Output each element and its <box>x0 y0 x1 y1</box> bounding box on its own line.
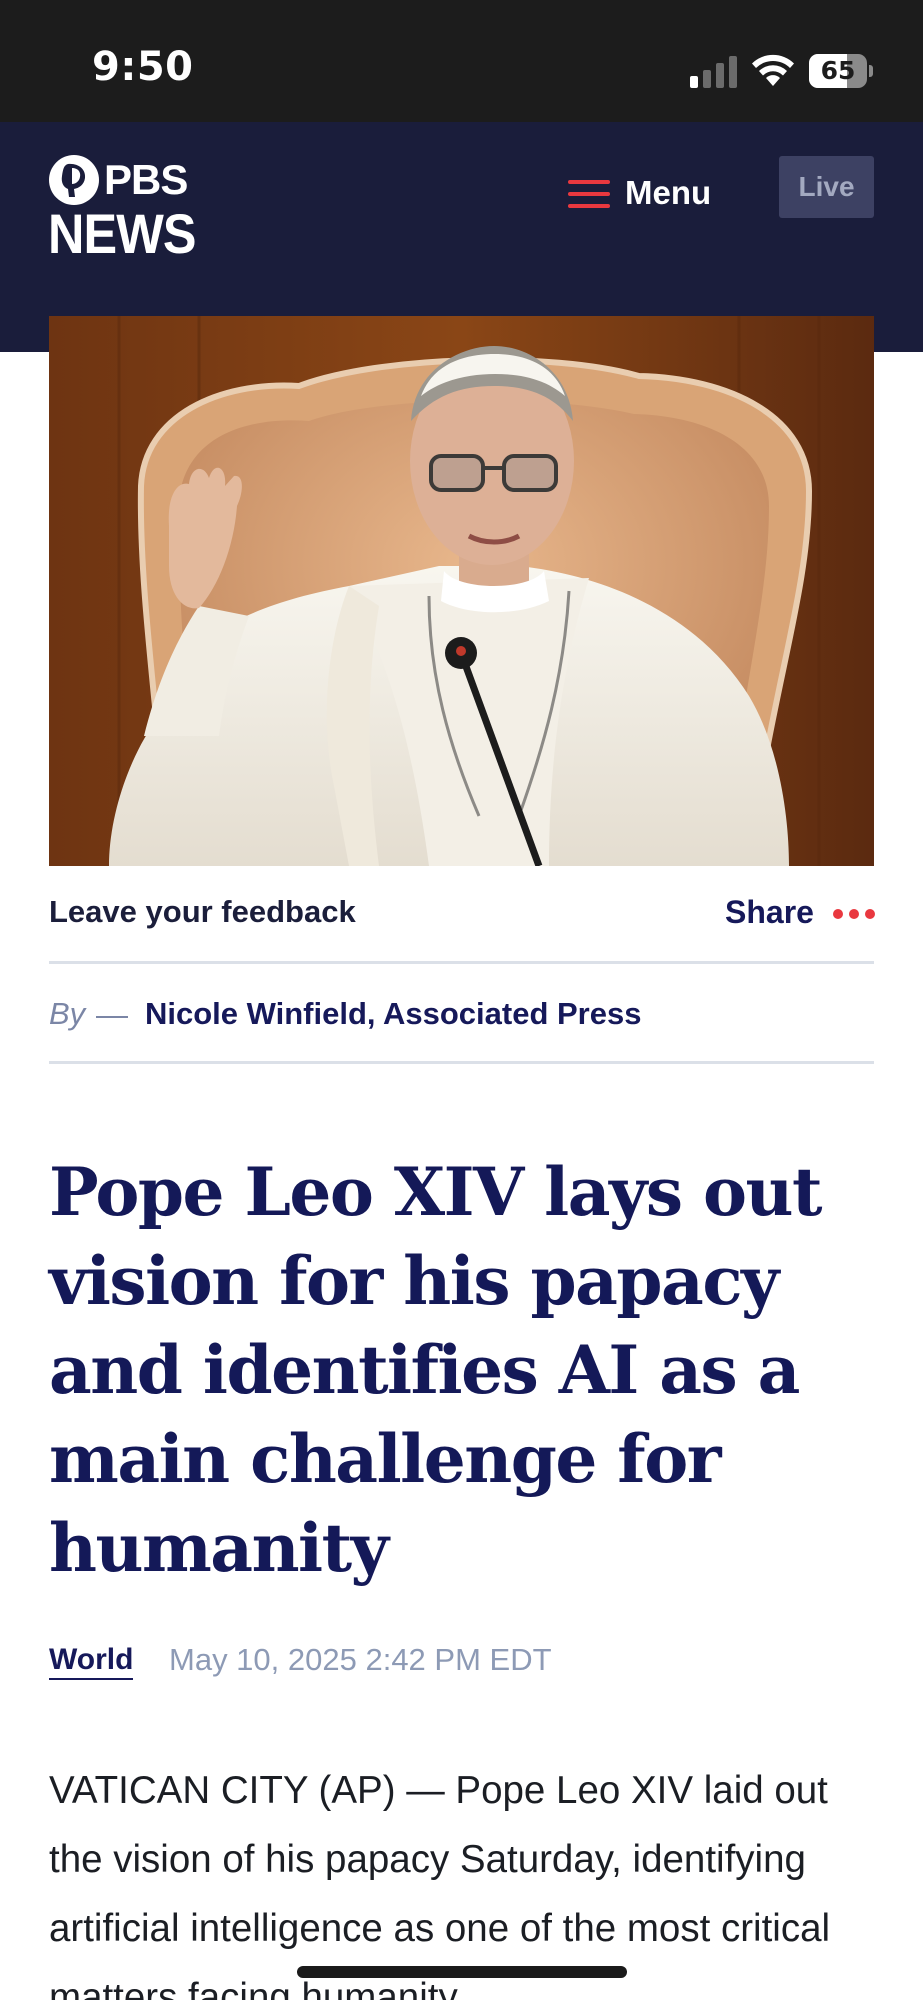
more-dots-icon[interactable] <box>833 907 875 921</box>
byline-author[interactable]: Nicole Winfield, Associated Press <box>145 996 641 1032</box>
article-body: VATICAN CITY (AP) — Pope Leo XIV laid ou… <box>49 1769 831 2000</box>
leave-feedback-link[interactable]: Leave your feedback <box>49 894 356 930</box>
status-bar: 9:50 65 <box>0 0 923 122</box>
share-button[interactable]: Share <box>725 894 814 931</box>
battery-icon: 65 <box>809 54 873 88</box>
divider <box>49 1061 874 1064</box>
cellular-signal-icon <box>690 56 737 88</box>
logo-pbs-text: PBS <box>104 156 188 203</box>
live-button[interactable]: Live <box>779 156 874 218</box>
status-time: 9:50 <box>92 44 194 90</box>
battery-percent: 65 <box>820 56 856 85</box>
hamburger-icon <box>568 180 610 210</box>
pbs-news-logo[interactable]: PBS NEWS <box>48 152 208 264</box>
home-indicator[interactable] <box>297 1966 627 1978</box>
section-link-world[interactable]: World <box>49 1642 134 1680</box>
menu-button[interactable]: Menu <box>566 168 726 220</box>
byline-prefix: By <box>49 996 86 1031</box>
byline-dash <box>96 1016 128 1018</box>
divider <box>49 961 874 964</box>
wifi-icon <box>752 54 794 86</box>
article-date: May 10, 2025 2:42 PM EDT <box>169 1642 552 1677</box>
article-headline: Pope Leo XIV lays out vision for his pap… <box>49 1153 822 1587</box>
pbs-head-icon <box>49 155 99 205</box>
logo-news-text: NEWS <box>48 202 196 265</box>
hero-image <box>49 316 874 866</box>
menu-label: Menu <box>625 174 712 211</box>
